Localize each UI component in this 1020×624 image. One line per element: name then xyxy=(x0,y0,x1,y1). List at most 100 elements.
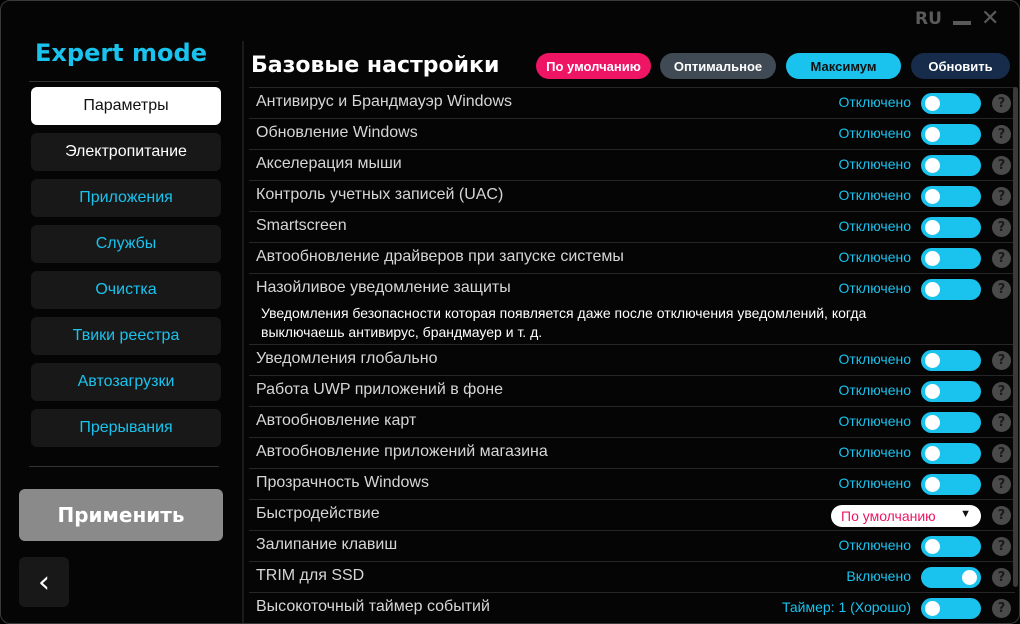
preset-optimal-button[interactable]: Оптимальное xyxy=(660,53,776,79)
toggle-knob xyxy=(925,415,940,430)
sidebar-item-apps[interactable]: Приложения xyxy=(31,179,221,217)
setting-toggle[interactable] xyxy=(921,124,981,145)
help-icon[interactable]: ? xyxy=(992,413,1011,432)
help-icon[interactable]: ? xyxy=(992,444,1011,463)
setting-status: Отключено xyxy=(838,125,911,141)
help-icon[interactable]: ? xyxy=(992,156,1011,175)
minimize-icon[interactable] xyxy=(953,21,971,25)
sidebar-item-interrupts[interactable]: Прерывания xyxy=(31,409,221,447)
sidebar-item-autoruns[interactable]: Автозагрузки xyxy=(31,363,221,401)
help-icon[interactable]: ? xyxy=(992,475,1011,494)
help-icon[interactable]: ? xyxy=(992,94,1011,113)
setting-status: Отключено xyxy=(838,382,911,398)
setting-toggle[interactable] xyxy=(921,443,981,464)
help-icon[interactable]: ? xyxy=(992,187,1011,206)
sidebar-item-cleanup[interactable]: Очистка xyxy=(31,271,221,309)
tooltip-line: выключаешь антивирус, брандмауер и т. д. xyxy=(261,324,543,340)
language-switch[interactable]: RU xyxy=(915,9,942,29)
setting-toggle[interactable] xyxy=(921,186,981,207)
setting-label: Высокоточный таймер событий xyxy=(256,598,490,615)
setting-toggle[interactable] xyxy=(921,536,981,557)
setting-toggle[interactable] xyxy=(921,217,981,238)
setting-status: Отключено xyxy=(838,94,911,110)
setting-status: Отключено xyxy=(838,218,911,234)
preset-default-button[interactable]: По умолчанию xyxy=(536,53,651,79)
setting-row: Автообновление драйверов при запуске сис… xyxy=(249,242,1015,273)
setting-status: Отключено xyxy=(838,156,911,172)
sidebar-item-power[interactable]: Электропитание xyxy=(31,133,221,171)
sidebar-item-services[interactable]: Службы xyxy=(31,225,221,263)
toggle-knob xyxy=(925,158,940,173)
tooltip-line: Уведомления безопасности которая появляе… xyxy=(261,305,867,321)
setting-row: Залипание клавиш Отключено? xyxy=(249,530,1015,561)
setting-label: Smartscreen xyxy=(256,217,347,234)
sidebar-divider xyxy=(29,81,219,82)
setting-toggle[interactable] xyxy=(921,474,981,495)
setting-label: Обновление Windows xyxy=(256,124,418,141)
toggle-knob xyxy=(925,282,940,297)
apply-button[interactable]: Применить xyxy=(19,489,223,541)
toggle-knob xyxy=(925,127,940,142)
toggle-knob xyxy=(925,353,940,368)
help-icon[interactable]: ? xyxy=(992,599,1011,618)
setting-row: Акселерация мыши Отключено? xyxy=(249,149,1015,180)
setting-toggle[interactable] xyxy=(921,567,981,588)
setting-toggle[interactable] xyxy=(921,279,981,300)
performance-select[interactable]: По умолчанию ▼ xyxy=(831,505,981,527)
sidebar-item-registry[interactable]: Твики реестра xyxy=(31,317,221,355)
setting-status: Таймер: 1 (Хорошо) xyxy=(781,599,911,615)
setting-label: Залипание клавиш xyxy=(256,536,398,553)
close-icon[interactable]: ✕ xyxy=(981,6,999,31)
help-icon[interactable]: ? xyxy=(992,382,1011,401)
setting-label: TRIM для SSD xyxy=(256,567,365,584)
setting-row: Антивирус и Брандмауэр Windows Отключено? xyxy=(249,87,1015,118)
setting-toggle[interactable] xyxy=(921,248,981,269)
toggle-knob xyxy=(925,251,940,266)
setting-row: Назойливое уведомление защиты Отключено? xyxy=(249,273,1015,304)
setting-row: Контроль учетных записей (UAC) Отключено? xyxy=(249,180,1015,211)
setting-toggle[interactable] xyxy=(921,155,981,176)
chevron-left-icon: ‹ xyxy=(38,564,50,600)
help-icon[interactable]: ? xyxy=(992,218,1011,237)
setting-status: Отключено xyxy=(838,413,911,429)
setting-toggle[interactable] xyxy=(921,412,981,433)
app-brand: Expert mode xyxy=(35,39,207,67)
setting-row: Работа UWP приложений в фоне Отключено? xyxy=(249,375,1015,406)
setting-label: Уведомления глобально xyxy=(256,350,438,367)
setting-label: Автообновление драйверов при запуске сис… xyxy=(256,248,624,265)
setting-label: Антивирус и Брандмауэр Windows xyxy=(256,93,512,110)
setting-status: Отключено xyxy=(838,475,911,491)
scrollbar[interactable] xyxy=(1013,87,1018,587)
setting-label: Работа UWP приложений в фоне xyxy=(256,381,503,398)
setting-label: Быстродействие xyxy=(256,505,380,522)
setting-toggle[interactable] xyxy=(921,93,981,114)
sidebar-item-parameters[interactable]: Параметры xyxy=(31,87,221,125)
refresh-button[interactable]: Обновить xyxy=(911,53,1010,79)
help-icon[interactable]: ? xyxy=(992,506,1011,525)
toggle-knob xyxy=(925,384,940,399)
setting-tooltip: Уведомления безопасности которая появляе… xyxy=(249,304,1015,344)
help-icon[interactable]: ? xyxy=(992,125,1011,144)
help-icon[interactable]: ? xyxy=(992,280,1011,299)
help-icon[interactable]: ? xyxy=(992,249,1011,268)
setting-label: Автообновление приложений магазина xyxy=(256,443,548,460)
setting-label: Контроль учетных записей (UAC) xyxy=(256,186,504,203)
help-icon[interactable]: ? xyxy=(992,537,1011,556)
setting-status: Отключено xyxy=(838,280,911,296)
toggle-knob xyxy=(925,96,940,111)
setting-row: Высокоточный таймер событий Таймер: 1 (Хо… xyxy=(249,592,1015,623)
vertical-divider xyxy=(242,41,244,623)
toggle-knob xyxy=(925,189,940,204)
toggle-knob xyxy=(925,220,940,235)
help-icon[interactable]: ? xyxy=(992,351,1011,370)
setting-toggle[interactable] xyxy=(921,598,981,619)
toggle-knob xyxy=(962,570,977,585)
help-icon[interactable]: ? xyxy=(992,568,1011,587)
page-title: Базовые настройки xyxy=(251,53,500,78)
setting-status: Отключено xyxy=(838,537,911,553)
preset-maximum-button[interactable]: Максимум xyxy=(786,53,901,79)
setting-toggle[interactable] xyxy=(921,350,981,371)
back-button[interactable]: ‹ xyxy=(19,557,69,607)
setting-toggle[interactable] xyxy=(921,381,981,402)
setting-label: Акселерация мыши xyxy=(256,155,402,172)
